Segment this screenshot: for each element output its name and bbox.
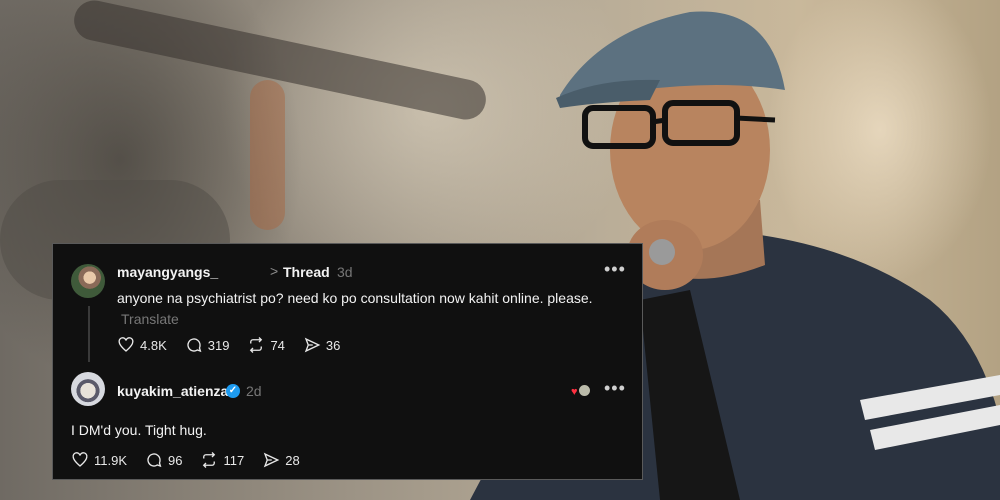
comment-button[interactable]: 96 [145,451,182,469]
verified-icon: ✓ [226,384,240,398]
heart-icon [118,337,134,352]
repost-button[interactable]: 117 [200,451,244,469]
thread-label[interactable]: Thread [283,264,330,280]
post-actions: 4.8K 319 74 36 [117,335,358,355]
like-button[interactable]: 11.9K [71,451,127,469]
repost-count: 74 [270,337,285,353]
liked-by-author-indicator: ♥ [571,383,591,399]
reply-text: I DM'd you. Tight hug. [71,422,207,438]
repost-icon [250,337,263,353]
heart-icon: ♥ [571,386,578,398]
share-button[interactable]: 28 [262,451,300,469]
share-button[interactable]: 36 [303,336,340,354]
share-icon [304,337,321,353]
like-button[interactable]: 4.8K [117,336,167,354]
like-count: 11.9K [94,452,128,468]
post-timestamp: 3d [337,264,353,280]
heart-icon [72,452,88,467]
comment-icon [147,453,162,468]
threads-card: mayangyangs_ > Thread 3d ••• anyone na p… [52,243,643,480]
reply-timestamp: 2d [246,383,262,399]
post-author-username[interactable]: mayangyangs_ [117,264,218,280]
share-icon [264,452,280,468]
reply-actions: 11.9K 96 117 28 [71,450,318,470]
comment-button[interactable]: 319 [185,336,230,354]
post-body: anyone na psychiatrist po? need ko po co… [117,290,593,306]
share-count: 36 [325,337,341,353]
chevron-right-icon: > [270,263,279,279]
repost-icon [203,452,216,468]
post-author-avatar[interactable] [71,264,105,298]
reply-author-avatar[interactable] [71,372,105,406]
liker-mini-avatar [578,384,591,397]
share-count: 28 [285,452,300,468]
reply-author-username[interactable]: kuyakim_atienza [117,383,228,399]
repost-count: 117 [223,452,245,468]
post-text: anyone na psychiatrist po? need ko po co… [117,288,617,330]
like-count: 4.8K [140,337,167,353]
comment-count: 96 [168,452,183,468]
repost-button[interactable]: 74 [247,336,285,354]
comment-count: 319 [207,337,230,353]
comment-icon [187,338,202,353]
thread-connector-line [88,306,90,362]
more-icon[interactable]: ••• [604,260,626,278]
more-icon[interactable]: ••• [604,379,626,397]
translate-link[interactable]: Translate [121,311,179,327]
